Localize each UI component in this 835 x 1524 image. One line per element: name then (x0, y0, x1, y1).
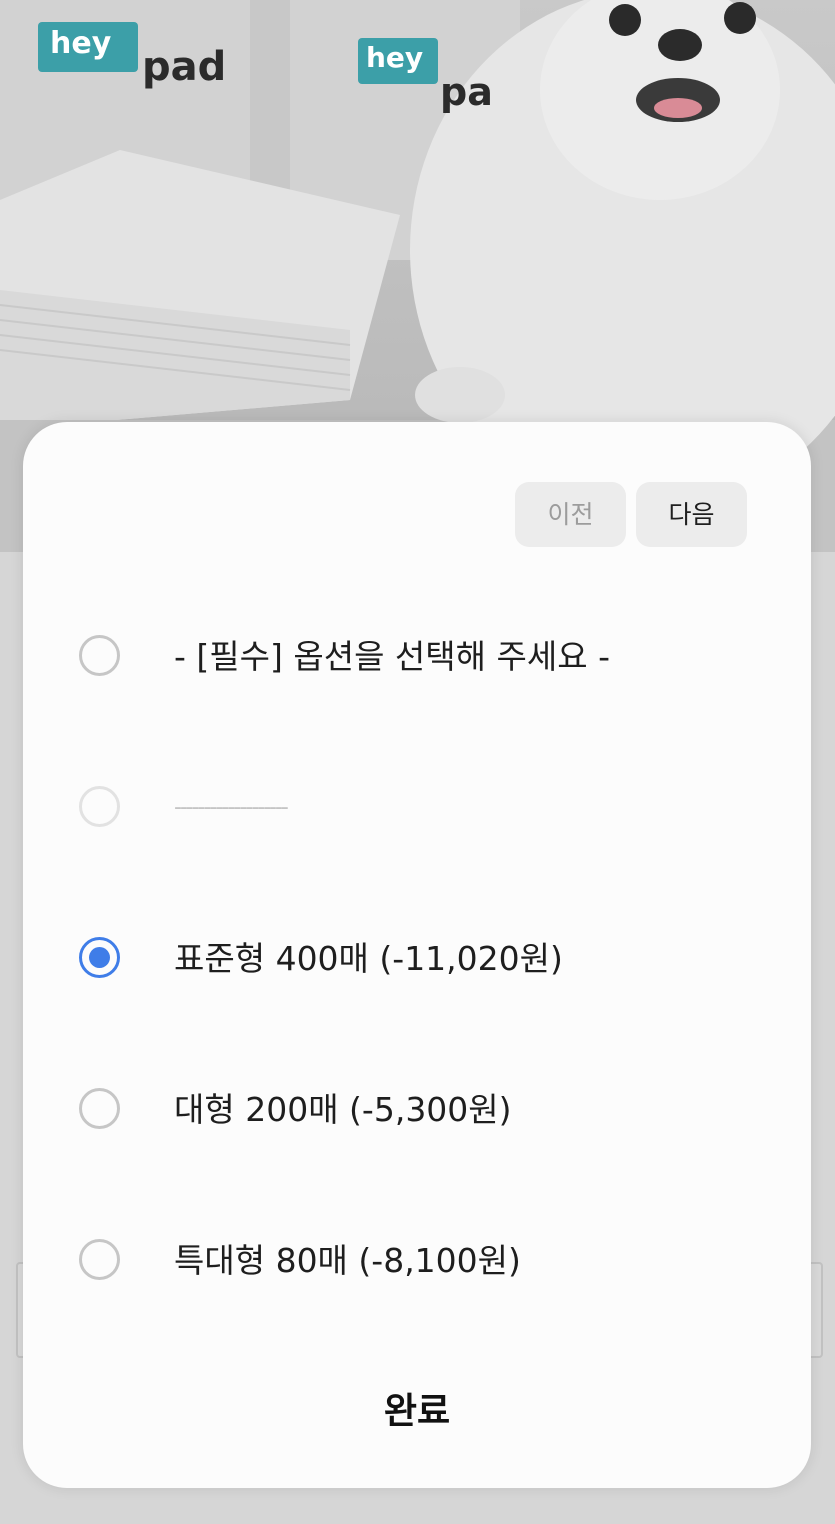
next-button[interactable]: 다음 (636, 482, 747, 547)
heypad-logo-hey: hey (50, 26, 112, 61)
option-divider-label: ------------------- (174, 795, 289, 820)
option-item-divider: ------------------- (23, 753, 811, 863)
option-item-standard-400[interactable]: 표준형 400매 (-11,020원) (23, 904, 811, 1014)
option-item-required-placeholder[interactable]: - [필수] 옵션을 선택해 주세요 - (23, 602, 811, 712)
heypad-logo-pad: pad (142, 44, 227, 90)
option-label: 특대형 80매 (-8,100원) (174, 1241, 521, 1280)
screen: hey pad hey pa 이전 다음 - [필수] 옵션을 선택해 주세요 … (0, 0, 835, 1524)
radio-button[interactable] (79, 1088, 120, 1129)
option-select-dialog: 이전 다음 - [필수] 옵션을 선택해 주세요 - -------------… (23, 422, 811, 1488)
option-item-large-200[interactable]: 대형 200매 (-5,300원) (23, 1055, 811, 1165)
done-button[interactable]: 완료 (23, 1362, 811, 1462)
option-label: - [필수] 옵션을 선택해 주세요 - (174, 637, 610, 676)
radio-button[interactable] (79, 635, 120, 676)
heypad-logo-2-pad: pa (440, 70, 493, 114)
heypad-logo-2: hey (358, 38, 438, 84)
prev-button[interactable]: 이전 (515, 482, 626, 547)
radio-button-selected[interactable] (79, 937, 120, 978)
heypad-logo-2-hey: hey (366, 41, 424, 74)
option-label: 표준형 400매 (-11,020원) (174, 939, 563, 978)
radio-button-disabled (79, 786, 120, 827)
option-item-xlarge-80[interactable]: 특대형 80매 (-8,100원) (23, 1206, 811, 1316)
option-label: 대형 200매 (-5,300원) (174, 1090, 512, 1129)
heypad-logo: hey (38, 22, 138, 72)
radio-button[interactable] (79, 1239, 120, 1280)
